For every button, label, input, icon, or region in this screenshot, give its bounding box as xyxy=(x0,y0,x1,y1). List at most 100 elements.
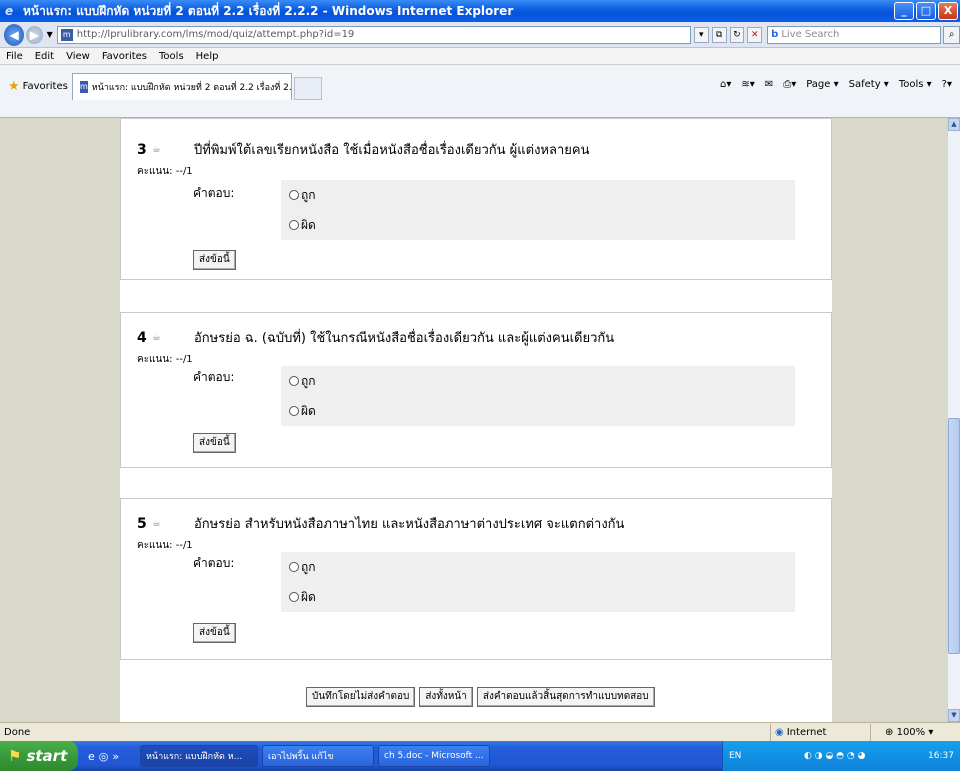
history-dropdown-icon[interactable]: ▼ xyxy=(47,30,53,39)
flag-icon[interactable]: ☕ xyxy=(152,144,194,155)
option-label: ผิด xyxy=(301,403,316,418)
question-5: 5 ☕ อักษรย่อ สำหรับหนังสือภาษาไทย และหนั… xyxy=(120,498,832,660)
tools-menu[interactable]: Tools ▾ xyxy=(899,79,932,90)
menu-favorites[interactable]: Favorites xyxy=(102,51,147,62)
browser-quicklaunch-icon[interactable]: ◎ xyxy=(99,750,109,763)
search-icon[interactable]: ⌕ xyxy=(943,25,960,44)
compat-view-icon[interactable]: ⧉ xyxy=(711,26,727,43)
maximize-button[interactable]: □ xyxy=(916,2,936,20)
url-dropdown-icon[interactable]: ▾ xyxy=(693,26,709,43)
quiz-footer-buttons: บันทึกโดยไม่ส่งคำตอบ ส่งทั้งหน้า ส่งคำตอ… xyxy=(306,687,655,707)
address-bar: ◀ ▶ ▼ m http://lprulibrary.com/lms/mod/q… xyxy=(0,22,960,48)
option-label: ถูก xyxy=(301,187,316,202)
favorites-button[interactable]: ★ Favorites xyxy=(8,79,68,94)
option-label: ผิด xyxy=(301,589,316,604)
option-true[interactable]: ถูก xyxy=(281,180,795,210)
language-indicator[interactable]: EN xyxy=(729,751,741,761)
zoom-value: 100% xyxy=(896,726,926,738)
answer-label: คำตอบ: xyxy=(193,556,235,570)
menu-view[interactable]: View xyxy=(66,51,90,62)
star-icon: ★ xyxy=(8,79,20,94)
favorites-label: Favorites xyxy=(22,81,68,92)
taskbar-item-word[interactable]: ch 5.doc - Microsoft ... xyxy=(378,745,490,767)
menu-file[interactable]: File xyxy=(6,51,23,62)
url-field[interactable]: m http://lprulibrary.com/lms/mod/quiz/at… xyxy=(56,25,691,44)
option-false[interactable]: ผิด xyxy=(281,582,795,612)
option-true[interactable]: ถูก xyxy=(281,552,795,582)
radio-button[interactable] xyxy=(289,406,299,416)
option-false[interactable]: ผิด xyxy=(281,396,795,426)
forward-button[interactable]: ▶ xyxy=(26,25,43,44)
question-header: 5 ☕ อักษรย่อ สำหรับหนังสือภาษาไทย และหนั… xyxy=(137,513,624,534)
question-3: 3 ☕ ปีที่พิมพ์ใต้เลขเรียกหนังสือ ใช้เมื่… xyxy=(120,118,832,280)
submit-and-finish-button[interactable]: ส่งคำตอบแล้วสิ้นสุดการทำแบบทดสอบ xyxy=(476,687,655,707)
submit-question-button[interactable]: ส่งข้อนี้ xyxy=(193,250,236,270)
submit-question-button[interactable]: ส่งข้อนี้ xyxy=(193,433,236,453)
option-true[interactable]: ถูก xyxy=(281,366,795,396)
menu-tools[interactable]: Tools xyxy=(159,51,184,62)
ie-quicklaunch-icon[interactable]: e xyxy=(88,750,95,763)
live-search-logo-icon: b xyxy=(771,29,779,40)
radio-button[interactable] xyxy=(289,376,299,386)
search-input[interactable]: b Live Search xyxy=(767,25,942,44)
flag-icon[interactable]: ☕ xyxy=(152,332,194,343)
scroll-thumb[interactable] xyxy=(948,418,960,654)
taskbar-item-folder[interactable]: เอาไปพริ้น แก้ไข xyxy=(262,745,374,767)
start-label: start xyxy=(26,747,68,765)
start-button[interactable]: ⚑ start xyxy=(0,741,78,771)
status-bar: Done ◉ Internet ⊕ 100% ▾ xyxy=(0,722,960,741)
scroll-up-icon[interactable]: ▲ xyxy=(948,118,960,131)
minimize-button[interactable]: _ xyxy=(894,2,914,20)
safety-menu[interactable]: Safety ▾ xyxy=(849,79,889,90)
mail-icon[interactable]: ✉ xyxy=(765,79,773,90)
question-number: 3 xyxy=(137,141,147,158)
new-tab-button[interactable] xyxy=(294,77,322,100)
page-menu[interactable]: Page ▾ xyxy=(806,79,838,90)
feeds-icon[interactable]: ≋▾ xyxy=(741,79,754,90)
globe-icon: ◉ xyxy=(775,726,784,738)
option-label: ถูก xyxy=(301,559,316,574)
magnifier-icon: ⊕ xyxy=(885,726,894,738)
submit-page-button[interactable]: ส่งทั้งหน้า xyxy=(419,687,473,707)
option-false[interactable]: ผิด xyxy=(281,210,795,240)
save-without-submit-button[interactable]: บันทึกโดยไม่ส่งคำตอบ xyxy=(306,687,416,707)
home-icon[interactable]: ⌂▾ xyxy=(720,79,731,90)
tab-current-page[interactable]: m หน้าแรก: แบบฝึกหัด หน่วยที่ 2 ตอนที่ 2… xyxy=(72,73,292,100)
radio-button[interactable] xyxy=(289,220,299,230)
answer-label: คำตอบ: xyxy=(193,186,235,200)
radio-button[interactable] xyxy=(289,190,299,200)
vertical-scrollbar[interactable]: ▲ ▼ xyxy=(947,118,960,722)
menu-help[interactable]: Help xyxy=(196,51,219,62)
stop-icon[interactable]: ✕ xyxy=(747,26,763,43)
more-quicklaunch-icon[interactable]: » xyxy=(112,750,119,763)
radio-button[interactable] xyxy=(289,592,299,602)
zoom-level[interactable]: ⊕ 100% ▾ xyxy=(870,723,960,741)
print-icon[interactable]: ⎙▾ xyxy=(783,79,796,90)
tray-icons[interactable]: ◐ ◑ ◒ ◓ ◔ ◕ xyxy=(804,751,865,761)
security-zone: ◉ Internet xyxy=(770,723,870,741)
help-icon[interactable]: ?▾ xyxy=(942,79,952,90)
close-button[interactable]: X xyxy=(938,2,958,20)
option-label: ผิด xyxy=(301,217,316,232)
menu-edit[interactable]: Edit xyxy=(35,51,54,62)
radio-button[interactable] xyxy=(289,562,299,572)
question-number: 5 xyxy=(137,515,147,532)
flag-icon[interactable]: ☕ xyxy=(152,518,194,529)
site-favicon-icon: m xyxy=(60,28,73,41)
question-text: อักษรย่อ สำหรับหนังสือภาษาไทย และหนังสือ… xyxy=(194,517,625,532)
back-button[interactable]: ◀ xyxy=(4,23,25,46)
question-score: คะแนน: --/1 xyxy=(137,354,193,365)
question-number: 4 xyxy=(137,329,147,346)
refresh-icon[interactable]: ↻ xyxy=(729,26,745,43)
clock: 16:37 xyxy=(928,751,954,761)
zone-label: Internet xyxy=(786,726,827,738)
question-text: ปีที่พิมพ์ใต้เลขเรียกหนังสือ ใช้เมื่อหนั… xyxy=(194,143,590,158)
submit-question-button[interactable]: ส่งข้อนี้ xyxy=(193,623,236,643)
question-score: คะแนน: --/1 xyxy=(137,540,193,551)
option-label: ถูก xyxy=(301,373,316,388)
question-score: คะแนน: --/1 xyxy=(137,166,193,177)
taskbar-item-browser[interactable]: หน้าแรก: แบบฝึกหัด ห... xyxy=(140,745,258,767)
scroll-down-icon[interactable]: ▼ xyxy=(948,709,960,722)
taskbar: ⚑ start e ◎ » หน้าแรก: แบบฝึกหัด ห... เอ… xyxy=(0,741,960,771)
search-placeholder: Live Search xyxy=(781,29,840,40)
